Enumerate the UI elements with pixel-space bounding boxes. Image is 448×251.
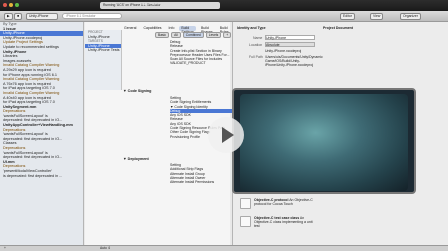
- deployment-row[interactable]: Alternate Install Permissions: [170, 180, 232, 184]
- issue-navigator: By Type 1 issue Unity-iPhone Unity-iPhone.…: [0, 22, 84, 251]
- tab-build-settings[interactable]: Build Settings: [179, 26, 197, 34]
- tab-info[interactable]: Info: [167, 26, 177, 31]
- deployment-section-header[interactable]: ▼ Deployment: [123, 157, 149, 161]
- name-field[interactable]: Unity-iPhone: [265, 35, 315, 40]
- editor-tabs: General Capabilities Info Build Settings…: [122, 26, 232, 34]
- title-bar: Running 'UCS' on iPhone 6.1 Simulator Un…: [0, 0, 448, 11]
- window-title: Unity-iPhone: [140, 2, 161, 6]
- stop-button[interactable]: ■: [14, 13, 23, 20]
- game-scene: [240, 94, 408, 191]
- add-setting-button[interactable]: +: [223, 32, 232, 38]
- project-document-header: Project Document: [323, 26, 353, 30]
- project-target-list: PROJECT Unity-iPhone TARGETS Unity-iPhon…: [85, 30, 122, 90]
- filter-basic[interactable]: Basic: [155, 32, 170, 38]
- inspector-header: Identity and Type: [237, 26, 266, 30]
- tab-capabilities[interactable]: Capabilities: [141, 26, 163, 31]
- target-item[interactable]: Unity-iPhone Tests: [85, 48, 121, 53]
- xcode-window: Running 'UCS' on iPhone 6.1 Simulator Un…: [0, 0, 448, 251]
- code-signing-section-header[interactable]: ▼ Code Signing: [123, 89, 151, 93]
- library-item[interactable]: Objective-C protocol An Objective-C prot…: [240, 196, 440, 212]
- location-label: Location: [249, 43, 263, 47]
- close-window-icon[interactable]: [3, 3, 7, 7]
- setting-row[interactable]: VALIDATE_PRODUCT: [170, 61, 230, 65]
- full-path-label: Full Path: [249, 55, 263, 59]
- issue-row[interactable]: is deprecated: first deprecated in ...: [0, 174, 83, 179]
- organizer-button[interactable]: Organizer: [400, 13, 421, 20]
- path-value: Unity-iPhone.xcodeproj: [265, 49, 302, 53]
- file-template-icon: [240, 198, 251, 209]
- play-icon[interactable]: [208, 117, 244, 153]
- minimize-window-icon[interactable]: [9, 3, 13, 7]
- bottom-bar: Auto ⇕ +: [0, 245, 448, 251]
- run-button[interactable]: ▶: [4, 13, 13, 20]
- editor-button[interactable]: Editor: [340, 13, 355, 20]
- filter-combined[interactable]: Combined: [182, 32, 204, 38]
- tab-build-phases[interactable]: Build Phases: [199, 26, 215, 34]
- simulator-game-preview: [232, 88, 416, 194]
- add-button[interactable]: +: [4, 246, 6, 251]
- deployment-list: Setting Additional Strip Flags Alternate I…: [170, 163, 232, 184]
- filter-levels[interactable]: Levels: [205, 32, 222, 38]
- settings-list-top: Debug Release Create Info.plist Section …: [170, 40, 230, 66]
- file-template-icon: [240, 216, 251, 227]
- filter-all[interactable]: All: [171, 32, 181, 38]
- full-path-value: /Users/uis/Documents/Unity/Dynamic Game/…: [265, 55, 323, 67]
- view-button[interactable]: View: [370, 13, 384, 20]
- library-item[interactable]: Objective-C test case class An Objective…: [240, 214, 440, 230]
- toolbar-search-field[interactable]: iPhone 6.1 Simulator: [62, 13, 122, 19]
- identity-inspector: Identity and Type Name Unity-iPhone Loca…: [233, 26, 448, 92]
- location-select[interactable]: Absolute: [265, 42, 315, 47]
- name-label: Name: [253, 36, 263, 40]
- issue-list: 1 issue Unity-iPhone Unity-iPhone.xcodepro…: [0, 27, 83, 179]
- scheme-selector[interactable]: Unity-iPhone: [26, 13, 58, 20]
- tab-general[interactable]: General: [122, 26, 138, 31]
- auto-selector[interactable]: Auto ⇕: [100, 246, 110, 251]
- tab-build-rules[interactable]: Build Rules: [218, 26, 232, 34]
- zoom-window-icon[interactable]: [15, 3, 19, 7]
- issue-row[interactable]: UnityAppController+ViewHandling.mm: [0, 123, 83, 128]
